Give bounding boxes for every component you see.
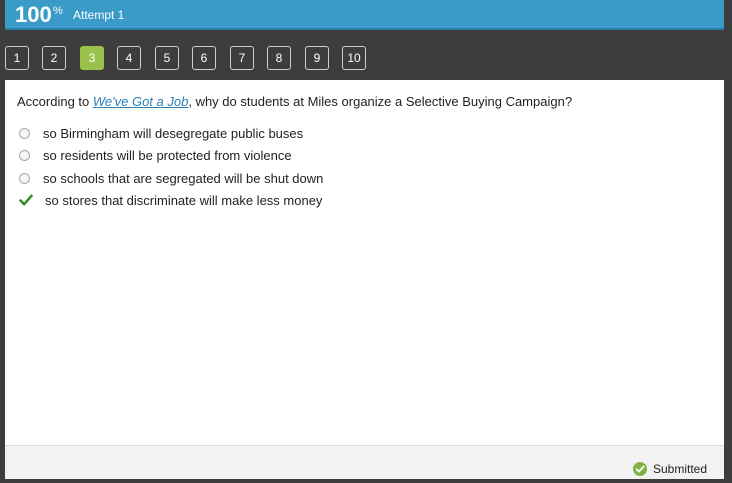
- footer-bar: Submitted: [5, 445, 724, 479]
- question-button-3[interactable]: 3: [80, 46, 104, 70]
- answer-label: so schools that are segregated will be s…: [43, 170, 324, 186]
- question-text: According to We've Got a Job, why do stu…: [17, 94, 717, 109]
- score-header: 100 % Attempt 1: [5, 0, 724, 30]
- answer-option-4[interactable]: so stores that discriminate will make le…: [19, 191, 322, 209]
- question-button-5[interactable]: 5: [155, 46, 179, 70]
- answer-label: so stores that discriminate will make le…: [45, 192, 323, 208]
- question-button-10[interactable]: 10: [342, 46, 366, 70]
- answer-label: so Birmingham will desegregate public bu…: [43, 125, 304, 141]
- question-button-4[interactable]: 4: [117, 46, 141, 70]
- checkmark-icon: [19, 194, 33, 206]
- answer-label: so residents will be protected from viol…: [43, 147, 292, 163]
- question-button-6[interactable]: 6: [192, 46, 216, 70]
- radio-button[interactable]: [19, 172, 30, 184]
- attempt-label: Attempt 1: [73, 8, 125, 22]
- answer-option-2[interactable]: so residents will be protected from viol…: [19, 146, 292, 164]
- question-button-7[interactable]: 7: [230, 46, 254, 70]
- question-button-1[interactable]: 1: [5, 46, 29, 70]
- radio-button[interactable]: [19, 127, 30, 139]
- submission-status: Submitted: [632, 462, 707, 476]
- radio-button[interactable]: [19, 149, 30, 161]
- score-value: 100: [15, 2, 52, 27]
- source-link[interactable]: We've Got a Job: [93, 94, 188, 109]
- score-unit: %: [53, 5, 63, 17]
- question-button-2[interactable]: 2: [42, 46, 66, 70]
- question-suffix: , why do students at Miles organize a Se…: [188, 94, 573, 109]
- question-button-8[interactable]: 8: [267, 46, 291, 70]
- question-prefix: According to: [17, 94, 93, 109]
- status-label: Submitted: [652, 462, 707, 476]
- answer-option-3[interactable]: so schools that are segregated will be s…: [19, 169, 323, 187]
- question-button-9[interactable]: 9: [305, 46, 329, 70]
- check-circle-icon: [632, 462, 647, 476]
- answer-option-1[interactable]: so Birmingham will desegregate public bu…: [19, 124, 303, 142]
- question-panel: According to We've Got a Job, why do stu…: [5, 80, 724, 445]
